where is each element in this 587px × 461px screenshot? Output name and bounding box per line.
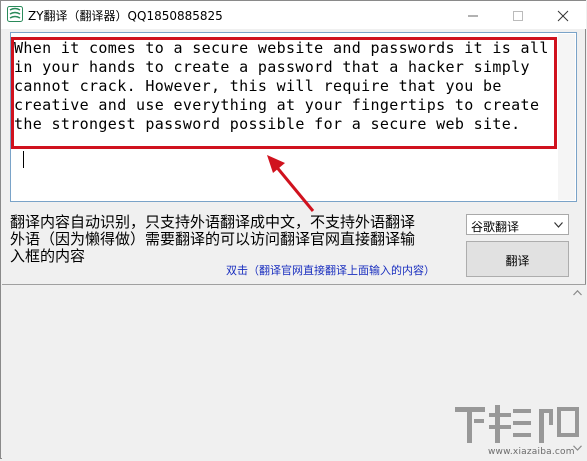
close-button[interactable] [540,1,585,29]
title-bar[interactable]: ZY翻译（翻译器）QQ1850885825 [1,1,586,29]
info-line: 翻译内容自动识别，只支持外语翻译成中文，不支持外语翻译 [10,213,416,231]
annotation-arrow-icon [267,155,315,212]
translate-button[interactable]: 翻译 [466,241,569,277]
scroll-up-icon[interactable] [573,290,582,296]
chevron-down-icon [554,222,563,228]
engine-select-value: 谷歌翻译 [471,220,520,234]
minimize-button[interactable] [450,1,495,29]
engine-select[interactable]: 谷歌翻译 [466,214,569,235]
close-icon [557,10,569,22]
source-scrollbar[interactable] [558,34,575,200]
translate-button-label: 翻译 [505,254,530,268]
minimize-icon [468,15,478,17]
maximize-button[interactable] [495,1,540,29]
highlight-box [11,37,557,149]
text-caret [23,151,24,168]
watermark-url: www.xiazaiba.com [488,447,575,457]
app-window: ZY翻译（翻译器）QQ1850885825 When it comes to a… [0,0,586,459]
app-logo-icon [7,6,23,22]
window-title: ZY翻译（翻译器）QQ1850885825 [28,9,223,23]
maximize-icon [513,11,523,21]
info-line: 外语（因为懒得做）需要翻译的可以访问翻译官网直接翻译输 [10,230,416,248]
official-site-link[interactable]: 双击（翻译官网直接翻译上面输入的内容） [226,262,435,278]
info-text: 翻译内容自动识别，只支持外语翻译成中文，不支持外语翻译 外语（因为懒得做）需要翻… [10,214,460,265]
